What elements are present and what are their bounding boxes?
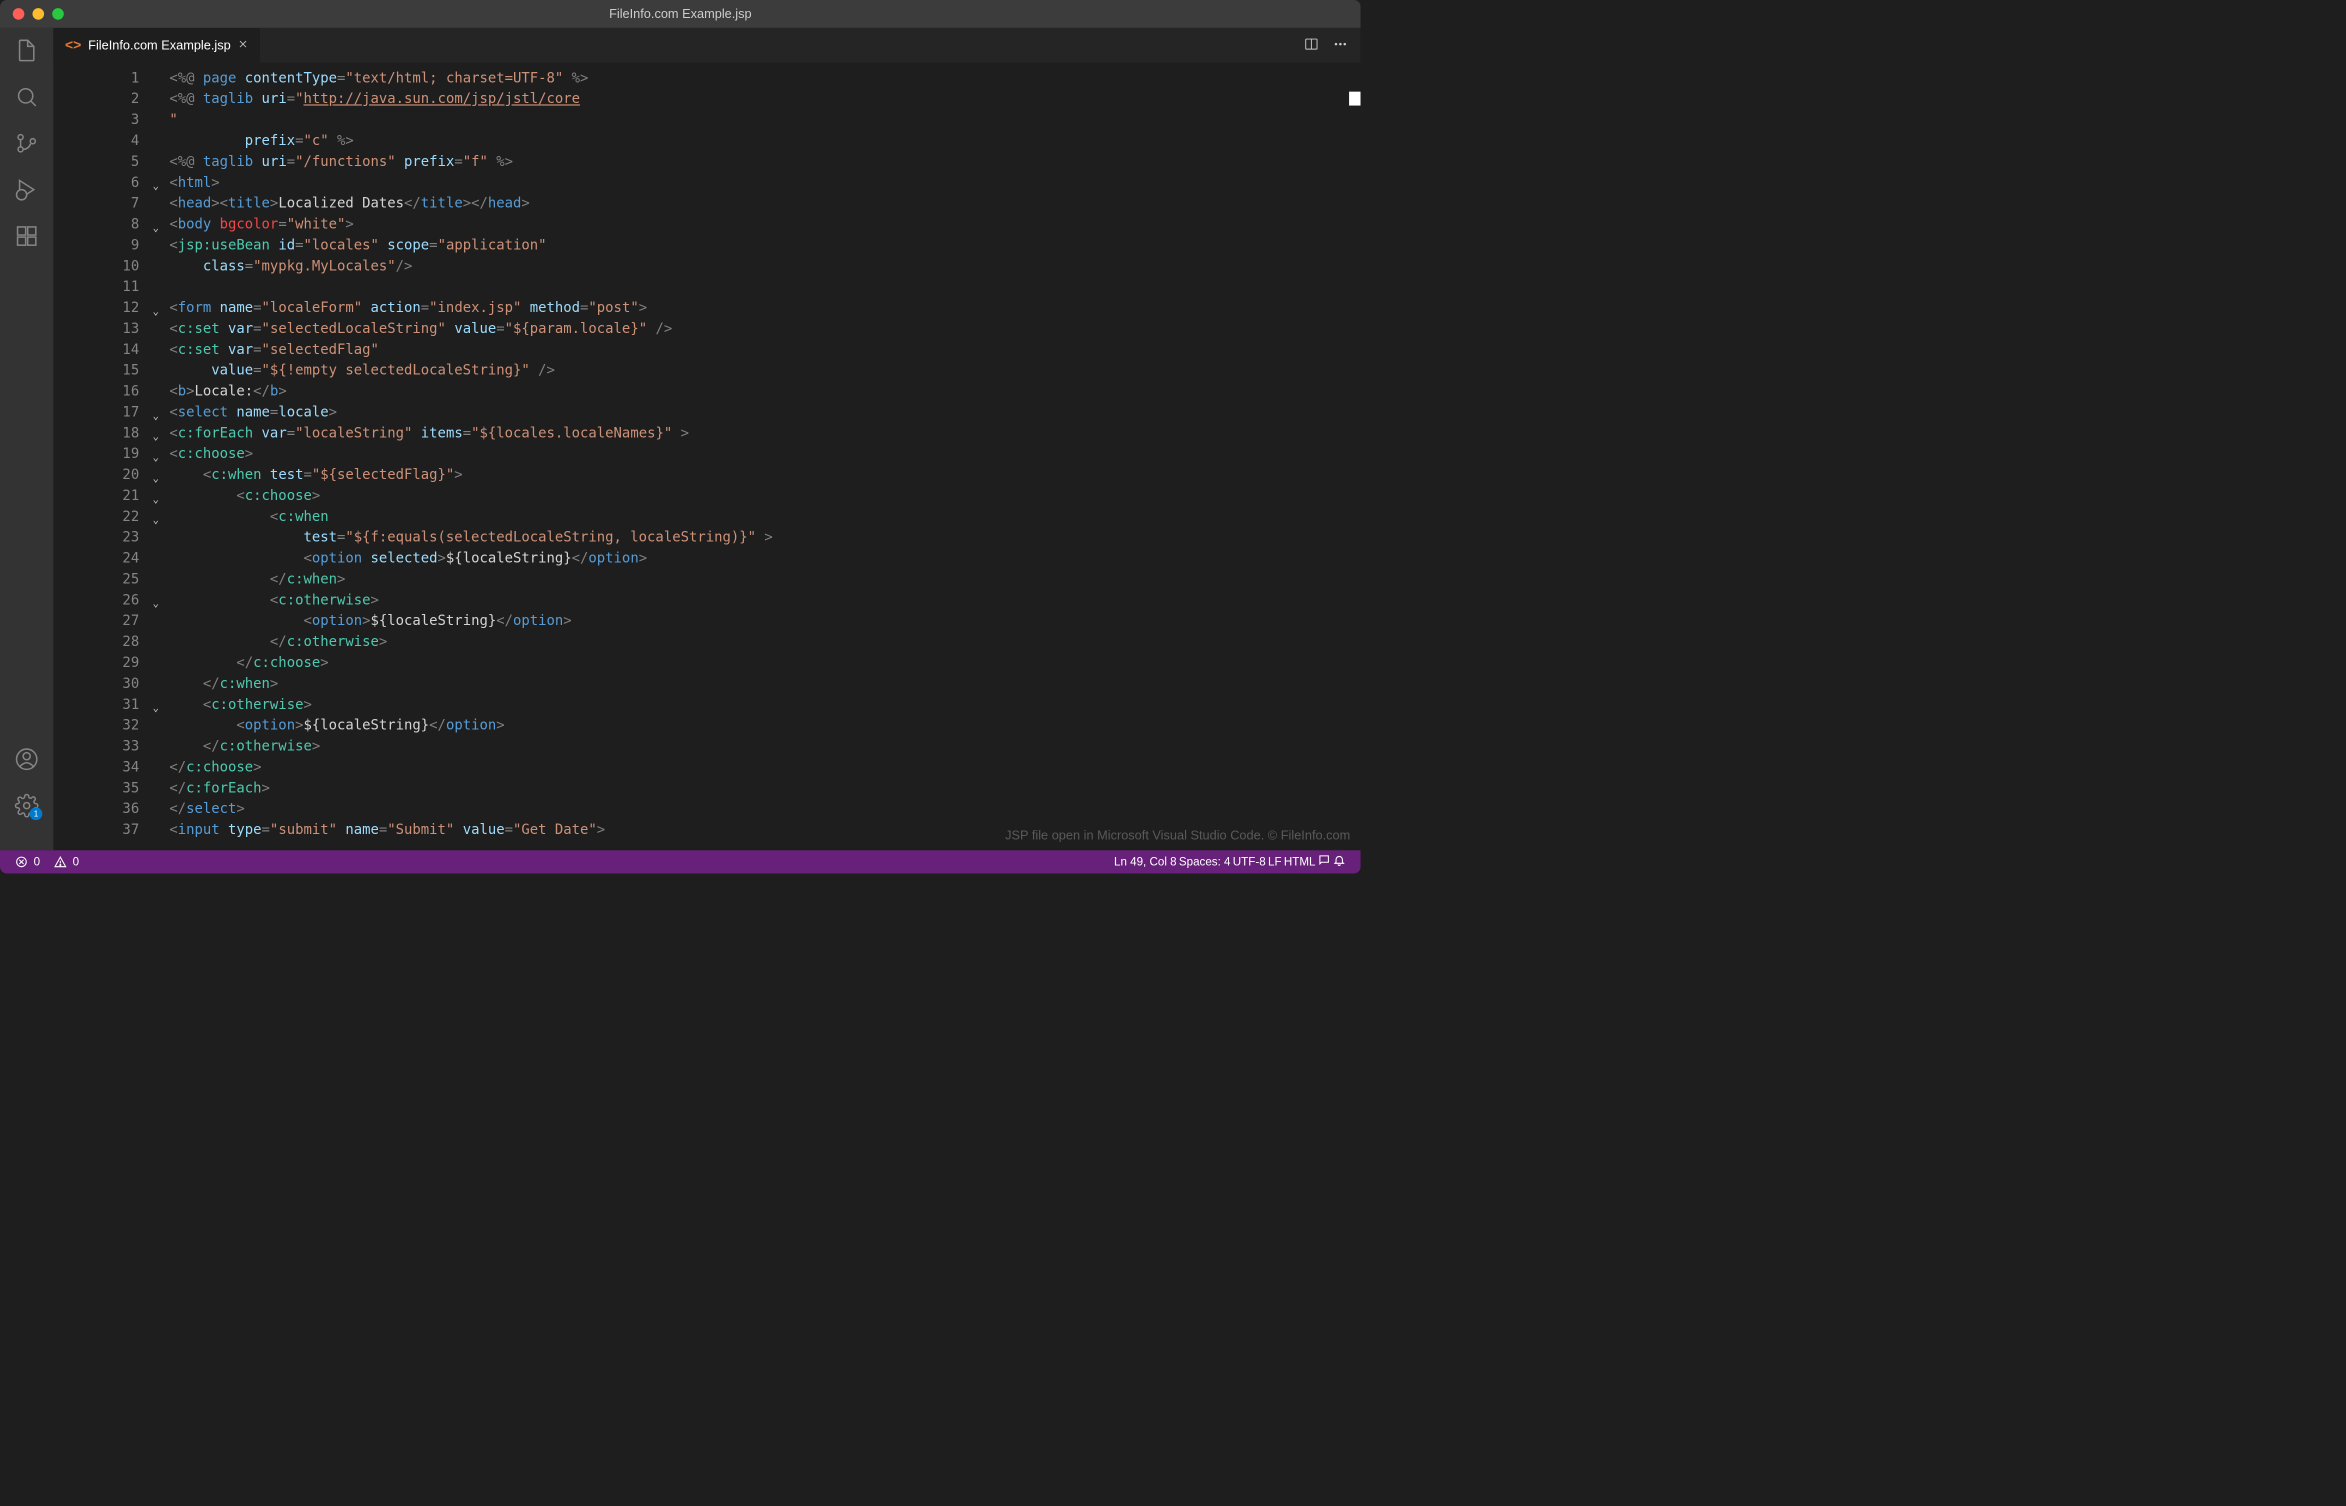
search-icon[interactable] bbox=[15, 85, 39, 109]
status-feedback-icon[interactable] bbox=[1318, 854, 1331, 870]
jsp-file-icon: <> bbox=[65, 37, 81, 53]
vscode-window: FileInfo.com Example.jsp bbox=[0, 0, 1361, 873]
activitybar bbox=[0, 28, 53, 850]
status-cursor-position[interactable]: Ln 49, Col 8 bbox=[1114, 855, 1177, 868]
account-icon[interactable] bbox=[15, 747, 39, 771]
files-icon[interactable] bbox=[15, 38, 39, 62]
status-encoding[interactable]: UTF-8 bbox=[1233, 855, 1266, 868]
fileinfo-watermark: JSP file open in Microsoft Visual Studio… bbox=[1005, 825, 1350, 846]
tab-label: FileInfo.com Example.jsp bbox=[88, 38, 231, 53]
titlebar[interactable]: FileInfo.com Example.jsp bbox=[0, 0, 1361, 28]
window-title: FileInfo.com Example.jsp bbox=[0, 6, 1361, 21]
code-editor[interactable]: 123456⌄78⌄9101112⌄1314151617⌄18⌄19⌄20⌄21… bbox=[53, 63, 1360, 851]
settings-gear-icon[interactable] bbox=[15, 793, 39, 817]
status-eol[interactable]: LF bbox=[1268, 855, 1282, 868]
code-content[interactable]: <%@ page contentType="text/html; charset… bbox=[169, 63, 1360, 851]
overview-ruler-marker[interactable] bbox=[1349, 92, 1361, 106]
tab-fileinfo-example-jsp[interactable]: <> FileInfo.com Example.jsp bbox=[53, 28, 259, 63]
split-editor-icon[interactable] bbox=[1304, 36, 1319, 54]
status-indentation[interactable]: Spaces: 4 bbox=[1179, 855, 1231, 868]
source-control-icon[interactable] bbox=[15, 131, 39, 155]
extensions-icon[interactable] bbox=[15, 224, 39, 248]
status-warnings[interactable]: 0 bbox=[48, 855, 85, 868]
status-bar: 0 0 Ln 49, Col 8 Spaces: 4 UTF-8 LF HTML bbox=[0, 850, 1361, 873]
status-bell-icon[interactable] bbox=[1333, 854, 1346, 870]
status-errors[interactable]: 0 bbox=[9, 855, 46, 868]
line-number-gutter[interactable]: 123456⌄78⌄9101112⌄1314151617⌄18⌄19⌄20⌄21… bbox=[53, 63, 169, 851]
run-debug-icon[interactable] bbox=[15, 177, 39, 201]
more-actions-icon[interactable] bbox=[1333, 36, 1348, 54]
close-tab-icon[interactable] bbox=[238, 38, 248, 53]
status-language-mode[interactable]: HTML bbox=[1284, 855, 1316, 868]
editor-tabs: <> FileInfo.com Example.jsp bbox=[53, 28, 1360, 63]
